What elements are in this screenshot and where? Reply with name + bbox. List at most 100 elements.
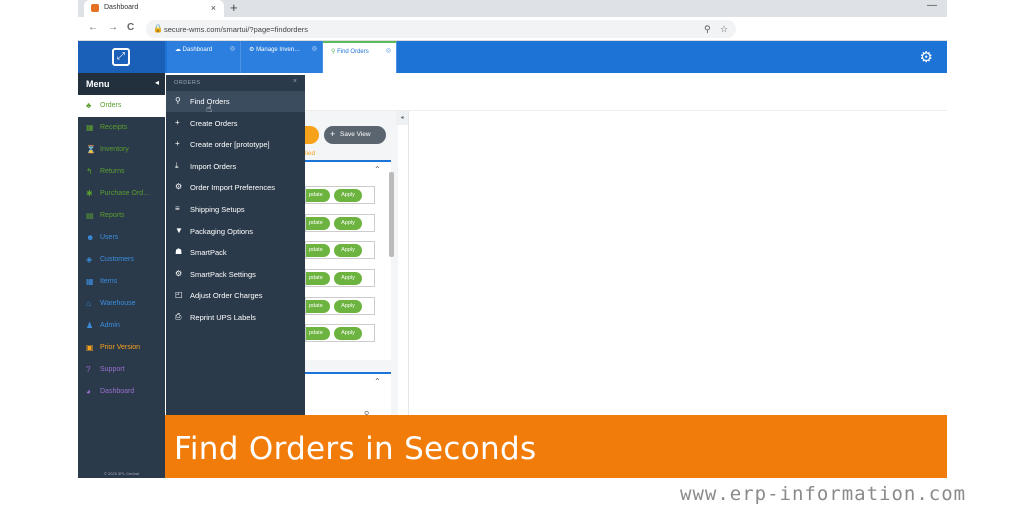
sidebar-item-warehouse[interactable]: ⌂ Warehouse (78, 293, 165, 315)
browser-tab[interactable]: Dashboard × (84, 0, 224, 17)
sidebar-item-label: Orders (100, 102, 122, 109)
apply-button[interactable]: Apply (334, 217, 362, 230)
sidebar-item-support[interactable]: ? Support (78, 359, 165, 381)
sidebar-item-prior-version[interactable]: ▣ Prior Version (78, 337, 165, 359)
menu-item-packaging-options[interactable]: ▼ Packaging Options (166, 221, 305, 242)
menu-item-icon: ☗ (175, 247, 183, 257)
menu-item-smartpack-settings[interactable]: ⚙ SmartPack Settings (166, 264, 305, 285)
bookmark-star-icon[interactable]: ☆ (720, 24, 728, 35)
sidebar-item-inventory[interactable]: ⌛ Inventory (78, 139, 165, 161)
browser-tab-strip: Dashboard × + — (78, 0, 947, 17)
search-icon: ⚲ (331, 49, 336, 55)
chevron-up-icon[interactable]: ⌃ (374, 377, 381, 386)
reload-icon[interactable]: C (127, 22, 134, 33)
sidebar-item-admin[interactable]: ♟ Admin (78, 315, 165, 337)
tab-close-icon[interactable]: ◎ (312, 45, 317, 52)
tab-label: Find Orders (337, 49, 369, 55)
sidebar-item-icon: ↰ (86, 167, 93, 176)
sidebar-item-label: Warehouse (100, 300, 136, 307)
update-button[interactable]: pdate (306, 244, 330, 257)
back-icon[interactable]: ← (88, 22, 98, 33)
plus-icon: + (330, 129, 336, 139)
update-button[interactable]: pdate (306, 272, 330, 285)
menu-item-icon: ⚲ (175, 96, 181, 105)
sidebar-item-items[interactable]: ▦ Items (78, 271, 165, 293)
zoom-icon[interactable]: ⚲ (704, 24, 711, 35)
scrollbar[interactable] (389, 172, 394, 257)
menu-item-adjust-order-charges[interactable]: ◰ Adjust Order Charges (166, 285, 305, 306)
menu-item-label: Create order [prototype] (190, 140, 270, 150)
logo-icon: ⤢ (112, 48, 130, 66)
close-icon[interactable]: × (293, 78, 297, 85)
minimize-icon[interactable]: — (927, 0, 937, 11)
collapse-panel-button[interactable]: ◂ (396, 111, 408, 125)
sidebar-item-receipts[interactable]: ▦ Receipts (78, 117, 165, 139)
menu-item-icon: ⤓ (175, 160, 179, 170)
sidebar-item-orders[interactable]: ♣ Orders (78, 95, 165, 117)
sidebar-item-dashboard[interactable]: ◕ Dashboard (78, 381, 165, 403)
apply-button[interactable]: Apply (334, 189, 362, 202)
sidebar-item-icon: ✱ (86, 189, 93, 198)
url-input[interactable]: 🔒 secure-wms.com/smartui/?page=findorder… (146, 20, 736, 38)
filter-row: pdate Apply (305, 214, 375, 232)
menu-item-smartpack[interactable]: ☗ SmartPack (166, 242, 305, 263)
cloud-icon: ☁ (175, 47, 181, 53)
menu-item-find-orders[interactable]: ⚲ Find Orders (166, 91, 305, 112)
banner-text: Find Orders in Seconds (174, 431, 537, 467)
tab-close-icon[interactable]: ◎ (230, 45, 235, 52)
menu-item-order-import-preferences[interactable]: ⚙ Order Import Preferences (166, 177, 305, 198)
gears-icon: ⚙ (249, 47, 255, 53)
menu-item-shipping-setups[interactable]: ≡ Shipping Setups (166, 199, 305, 220)
tab-manage-inventory[interactable]: ⚙ Manage Inven… ◎ (241, 41, 323, 73)
sidebar-item-reports[interactable]: ▤ Reports (78, 205, 165, 227)
sidebar-item-icon: ♟ (86, 321, 94, 330)
app-logo[interactable]: ⤢ (78, 41, 165, 73)
apply-button[interactable]: Apply (334, 327, 362, 340)
sidebar-item-icon: ? (86, 365, 91, 374)
close-tab-icon[interactable]: × (211, 3, 216, 13)
menu-item-import-orders[interactable]: ⤓ Import Orders (166, 156, 305, 177)
update-button[interactable]: pdate (306, 300, 330, 313)
sidebar-item-icon: ⌂ (86, 299, 91, 308)
sidebar-title: Menu (86, 79, 110, 89)
sidebar-item-label: Dashboard (100, 388, 135, 395)
sidebar-item-icon: ◈ (86, 255, 93, 264)
tab-dashboard[interactable]: ☁ Dashboard ◎ (167, 41, 241, 73)
chevron-up-icon[interactable]: ⌃ (374, 165, 381, 174)
tab-find-orders[interactable]: ⚲ Find Orders ◎ (323, 41, 397, 73)
forward-icon[interactable]: → (108, 22, 118, 33)
menu-item-create-orders[interactable]: + Create Orders (166, 113, 305, 134)
favicon-icon (91, 4, 99, 12)
apply-button[interactable]: Apply (334, 272, 362, 285)
sidebar-item-returns[interactable]: ↰ Returns (78, 161, 165, 183)
menu-item-label: Adjust Order Charges (190, 291, 263, 301)
new-tab-icon[interactable]: + (230, 0, 238, 15)
sidebar-item-label: Prior Version (100, 344, 141, 351)
update-button[interactable]: pdate (306, 189, 330, 202)
update-button[interactable]: pdate (306, 217, 330, 230)
sidebar-item-icon: ▦ (86, 277, 94, 286)
menu-item-create-order-prototype[interactable]: + Create order [prototype] (166, 134, 305, 155)
collapse-menu-icon[interactable]: ◂ (155, 78, 159, 87)
menu-item-reprint-ups-labels[interactable]: ⎙ Reprint UPS Labels (166, 307, 305, 328)
sidebar-item-users[interactable]: ☻ Users (78, 227, 165, 249)
save-view-button[interactable]: + Save View (324, 126, 386, 144)
sidebar-item-label: Customers (100, 256, 134, 263)
sidebar-item-label: Support (100, 366, 125, 373)
apply-button[interactable]: Apply (334, 244, 362, 257)
menu-item-label: Create Orders (190, 118, 238, 128)
filter-row: pdate Apply (305, 324, 375, 342)
save-view-label: Save View (340, 131, 371, 138)
settings-gear-icon[interactable]: ⚙ (920, 48, 933, 66)
update-button[interactable]: pdate (306, 327, 330, 340)
sidebar-item-customers[interactable]: ◈ Customers (78, 249, 165, 271)
sidebar-item-purchase-ord[interactable]: ✱ Purchase Ord… (78, 183, 165, 205)
sidebar-item-icon: ▣ (86, 343, 94, 352)
sidebar-item-icon: ▦ (86, 123, 94, 132)
address-bar: ← → C 🔒 secure-wms.com/smartui/?page=fin… (78, 17, 947, 41)
menu-item-label: Import Orders (190, 161, 237, 171)
apply-button[interactable]: Apply (334, 300, 362, 313)
tab-close-icon[interactable]: ◎ (386, 47, 391, 54)
menu-item-icon: ⎙ (175, 312, 182, 321)
browser-window: Dashboard × + — ← → C 🔒 secure-wms.com/s… (78, 0, 947, 478)
